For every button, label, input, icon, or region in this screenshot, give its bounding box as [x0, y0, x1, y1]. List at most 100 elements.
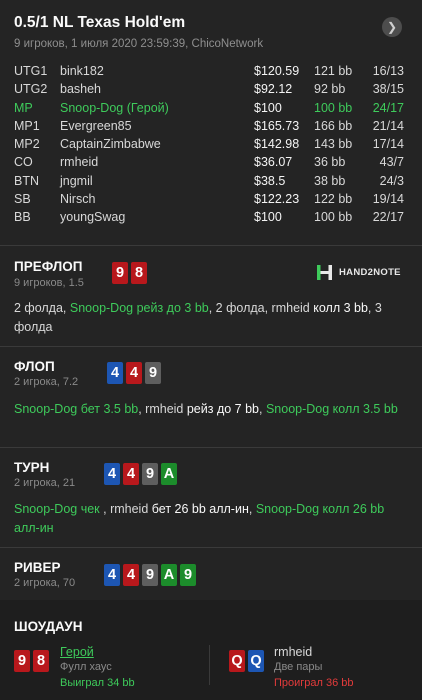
player-stack-bb: 166 bb	[314, 118, 353, 133]
card: 4	[107, 362, 123, 384]
hand2note-logo: HAND2NOTE	[316, 264, 401, 281]
player-stack-bb: 122 bb	[314, 192, 353, 207]
divider	[0, 547, 422, 548]
divider	[0, 447, 422, 448]
player-row[interactable]: BB youngSwag $100 100 bb 22/17	[0, 210, 422, 228]
player-stack-bb: 100 bb	[314, 210, 353, 225]
hero-hole-cards: 9 8	[112, 262, 147, 284]
player-stack: $100	[254, 100, 282, 115]
card: 4	[104, 564, 120, 586]
player-row[interactable]: BTN jngmil $38.5 38 bb 24/3	[0, 174, 422, 192]
player-name: jngmil	[60, 173, 93, 188]
player-row[interactable]: UTG2 basheh $92.12 92 bb 38/15	[0, 82, 422, 100]
player-stack: $120.59	[254, 64, 300, 78]
player-row[interactable]: MP2 CaptainZimbabwe $142.98 143 bb 17/14	[0, 137, 422, 155]
preflop-actions: 2 фолда, Snoop-Dog рейз до 3 bb, 2 фолда…	[14, 299, 406, 336]
villain-action: колл 3 bb	[313, 301, 368, 315]
player-stack: $36.07	[254, 155, 293, 170]
player-position: BB	[14, 210, 31, 225]
card: 9	[142, 463, 158, 485]
hand2note-logo-text: HAND2NOTE	[339, 267, 401, 278]
preflop-pot: 9 игроков, 1.5	[14, 277, 84, 289]
player-position: BTN	[14, 173, 39, 188]
player-position: MP2	[14, 137, 40, 152]
hero-action: Snoop-Dog рейз до 3 bb	[69, 301, 209, 315]
player-stats: 24/3	[379, 173, 404, 188]
card: 4	[123, 564, 139, 586]
player-stats: 38/15	[372, 82, 404, 97]
card: 9	[145, 362, 161, 384]
player-stats: 19/14	[372, 192, 404, 207]
hero-hand-rank: Фулл хаус	[60, 661, 112, 673]
flop-title: ФЛОП	[14, 359, 55, 374]
player-row[interactable]: MP1 Evergreen85 $165.73 166 bb 21/14	[0, 119, 422, 137]
card: A	[161, 463, 177, 485]
turn-board-cards: 4 4 9 A	[104, 463, 177, 485]
card: 9	[180, 564, 196, 586]
card: 4	[123, 463, 139, 485]
river-board-cards: 4 4 9 A 9	[104, 564, 196, 586]
player-position: UTG1	[14, 64, 48, 78]
turn-title: ТУРН	[14, 460, 50, 475]
card: 9	[112, 262, 128, 284]
hero-showdown-cards: 9 8	[14, 650, 49, 672]
player-position: SB	[14, 192, 31, 207]
player-stats: 43/7	[379, 155, 404, 170]
player-name: CaptainZimbabwe	[60, 137, 161, 152]
player-stats: 17/14	[372, 137, 404, 152]
player-name: Nirsch	[60, 192, 96, 207]
card: 9	[14, 650, 30, 672]
player-row[interactable]: SB Nirsch $122.23 122 bb 19/14	[0, 192, 422, 210]
card: 4	[104, 463, 120, 485]
showdown-title: ШОУДАУН	[14, 619, 83, 634]
game-title: 0.5/1 NL Texas Hold'em	[14, 14, 186, 31]
player-stack-bb: 100 bb	[314, 100, 353, 115]
player-position: CO	[14, 155, 33, 170]
flop-board-cards: 4 4 9	[107, 362, 161, 384]
hero-name-link[interactable]: Герой	[60, 645, 94, 659]
action-text: ,	[248, 502, 256, 516]
player-name: Snoop-Dog (Герой)	[60, 100, 169, 115]
hero-result: Выиграл 34 bb	[60, 677, 135, 689]
card: Q	[248, 650, 264, 672]
river-pot: 2 игрока, 70	[14, 577, 76, 589]
villain-action: бет 26 bb алл-ин	[151, 502, 249, 516]
chevron-right-icon[interactable]: ❯	[382, 17, 402, 37]
player-position: MP	[14, 100, 33, 115]
player-stack: $122.23	[254, 192, 300, 207]
players-table: UTG1 bink182 $120.59 121 bb 16/13 UTG2 b…	[0, 64, 422, 229]
villain-hand-rank: Две пары	[274, 661, 323, 673]
player-stack-bb: 121 bb	[314, 64, 353, 78]
player-name: rmheid	[60, 155, 99, 170]
player-stack: $100	[254, 210, 282, 225]
flop-pot: 2 игрока, 7.2	[14, 376, 79, 388]
villain-name: rmheid	[274, 645, 313, 659]
player-position: UTG2	[14, 82, 48, 97]
villain-result: Проиграл 36 bb	[274, 677, 354, 689]
player-stack: $92.12	[254, 82, 293, 97]
card: 9	[142, 564, 158, 586]
player-stack: $165.73	[254, 118, 300, 133]
flop-actions: Snoop-Dog бет 3.5 bb, rmheid рейз до 7 b…	[14, 400, 406, 419]
player-stats: 22/17	[372, 210, 404, 225]
card: 4	[126, 362, 142, 384]
player-position: MP1	[14, 118, 40, 133]
player-stats: 16/13	[372, 64, 404, 78]
card: A	[161, 564, 177, 586]
player-name: Evergreen85	[60, 118, 132, 133]
action-text: , 2 фолда, rmheid	[208, 301, 314, 315]
player-row[interactable]: CO rmheid $36.07 36 bb 43/7	[0, 155, 422, 173]
player-stack-bb: 36 bb	[314, 155, 346, 170]
hand2note-logo-icon	[317, 265, 332, 280]
turn-pot: 2 игрока, 21	[14, 477, 76, 489]
hero-action: Snoop-Dog чек	[14, 502, 104, 516]
action-text: 2 фолда,	[14, 301, 70, 315]
hero-action: Snoop-Dog колл 3.5 bb	[265, 402, 398, 416]
turn-actions: Snoop-Dog чек , rmheid бет 26 bb алл-ин,…	[14, 500, 406, 537]
player-name: youngSwag	[60, 210, 126, 225]
player-stack-bb: 92 bb	[314, 82, 346, 97]
villain-action: рейз до 7 bb	[186, 402, 259, 416]
player-stack-bb: 38 bb	[314, 173, 346, 188]
hero-player-row[interactable]: MP Snoop-Dog (Герой) $100 100 bb 24/17	[0, 101, 422, 119]
player-row[interactable]: UTG1 bink182 $120.59 121 bb 16/13	[0, 64, 422, 82]
